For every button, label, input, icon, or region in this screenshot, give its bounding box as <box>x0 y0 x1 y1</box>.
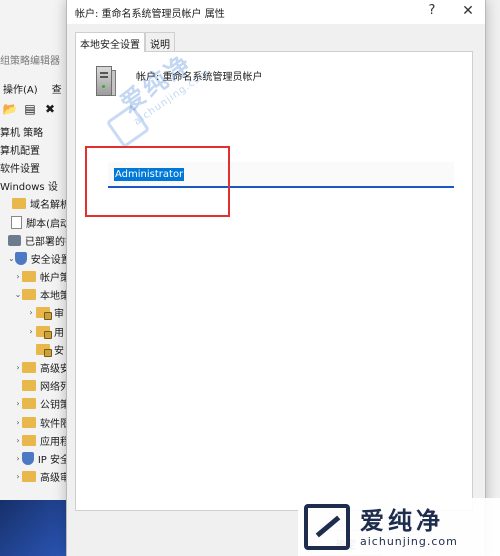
tree-item-label: 安 <box>54 345 64 357</box>
tree-item-label: 软件设置 <box>0 163 40 175</box>
menu-action[interactable]: 操作(A) <box>3 81 38 96</box>
tree-item[interactable]: 算机配置 <box>0 140 70 158</box>
tree-item[interactable]: 算机 策略 <box>0 122 70 140</box>
up-folder-icon[interactable]: 📂 <box>2 101 18 117</box>
tree-item[interactable]: › 高级审 <box>0 468 70 486</box>
tree-item[interactable]: › IP 安全 <box>0 449 70 467</box>
policy-folder-icon <box>36 325 52 339</box>
tree-item[interactable]: ⌄ 本地策 <box>0 286 70 304</box>
tree-item-label: 算机配置 <box>0 145 40 157</box>
folder-icon <box>22 289 36 301</box>
chevron-right-icon[interactable]: › <box>26 327 36 336</box>
policy-folder-icon <box>36 343 52 357</box>
tree-item-label: 安全设置 <box>30 254 70 266</box>
policy-editor-toolbar: 📂 ▤ ✖ <box>0 98 70 120</box>
folder-icon <box>12 198 26 210</box>
close-button[interactable]: ✕ <box>459 3 477 19</box>
tree-item[interactable]: › 帐户策 <box>0 268 70 286</box>
tree-item-label: 用 <box>54 327 64 339</box>
watermark-badge-logo-icon <box>304 504 350 550</box>
tree-item-label: 审 <box>54 309 64 321</box>
tree-item[interactable]: Windows 设 <box>0 177 70 195</box>
tree-item-label: 域名解析 <box>30 200 70 212</box>
folder-icon <box>22 362 36 374</box>
chevron-right-icon[interactable]: › <box>14 418 22 427</box>
chevron-down-icon[interactable]: ⌄ <box>14 290 22 299</box>
folder-icon <box>22 416 36 428</box>
tree-item[interactable]: › 高级安 <box>0 358 70 376</box>
tree-item-label: 脚本(启动 <box>26 218 70 230</box>
help-button[interactable]: ? <box>423 3 441 18</box>
tree-item[interactable]: ⌄ 安全设置 <box>0 249 70 267</box>
account-name-input[interactable]: Administrator <box>108 162 454 188</box>
script-icon <box>11 215 23 229</box>
policy-editor-menubar: 操作(A) 查 <box>0 78 70 98</box>
tree-item-label: 已部署的打 <box>25 236 70 248</box>
policy-tree: 算机 策略算机配置软件设置 Windows 设域名解析脚本(启动已部署的打 ⌄ 安全设… <box>0 122 70 486</box>
tree-item[interactable]: 安 <box>0 340 70 358</box>
chevron-right-icon[interactable]: › <box>14 399 22 408</box>
folder-icon <box>22 398 36 410</box>
folder-icon <box>22 380 36 392</box>
dialog-titlebar[interactable]: 帐户: 重命名系统管理员帐户 属性 ? ✕ <box>67 0 485 24</box>
tab-local-security-setting[interactable]: 本地安全设置 <box>75 32 145 52</box>
chevron-right-icon[interactable]: › <box>14 272 22 281</box>
tree-item-label: Windows 设 <box>0 182 58 194</box>
tree-item[interactable]: › 审 <box>0 304 70 322</box>
selected-text: Administrator <box>114 167 185 181</box>
properties-icon[interactable]: ▤ <box>22 101 38 117</box>
printer-icon <box>8 234 21 246</box>
folder-icon <box>22 471 36 483</box>
chevron-down-icon[interactable]: ⌄ <box>8 254 15 263</box>
tree-item-label: 算机 策略 <box>0 127 44 139</box>
delete-icon[interactable]: ✖ <box>42 101 58 117</box>
tree-item[interactable]: › 用 <box>0 322 70 340</box>
watermark-badge: 爱纯净 aichunjing.com <box>298 498 500 556</box>
policy-editor-title: 组策略编辑器 <box>0 56 60 67</box>
tree-item[interactable]: 软件设置 <box>0 158 70 176</box>
shield-icon <box>21 451 34 465</box>
tree-item[interactable]: › 软件限 <box>0 413 70 431</box>
tree-item[interactable]: 域名解析 <box>0 195 70 213</box>
desktop-wallpaper <box>0 500 70 556</box>
chevron-right-icon[interactable]: › <box>26 308 36 317</box>
chevron-right-icon[interactable]: › <box>14 436 22 445</box>
dialog-tabs: 本地安全设置 说明 <box>75 32 175 52</box>
tree-item[interactable]: › 公钥策 <box>0 395 70 413</box>
shield-icon <box>14 251 27 265</box>
watermark-badge-cn: 爱纯净 <box>360 506 444 535</box>
folder-icon <box>22 271 36 283</box>
chevron-right-icon[interactable]: › <box>14 363 22 372</box>
policy-folder-icon <box>36 307 52 321</box>
folder-icon <box>22 434 36 446</box>
chevron-right-icon[interactable]: › <box>14 454 22 463</box>
tree-item[interactable]: › 应用程 <box>0 431 70 449</box>
watermark-badge-en: aichunjing.com <box>360 534 458 548</box>
tree-item[interactable]: 网络列 <box>0 377 70 395</box>
dialog-title: 帐户: 重命名系统管理员帐户 属性 <box>75 8 225 20</box>
menu-view[interactable]: 查 <box>52 81 62 96</box>
tree-item[interactable]: 已部署的打 <box>0 231 70 249</box>
tree-item[interactable]: 脚本(启动 <box>0 213 70 231</box>
chevron-right-icon[interactable]: › <box>14 472 22 481</box>
